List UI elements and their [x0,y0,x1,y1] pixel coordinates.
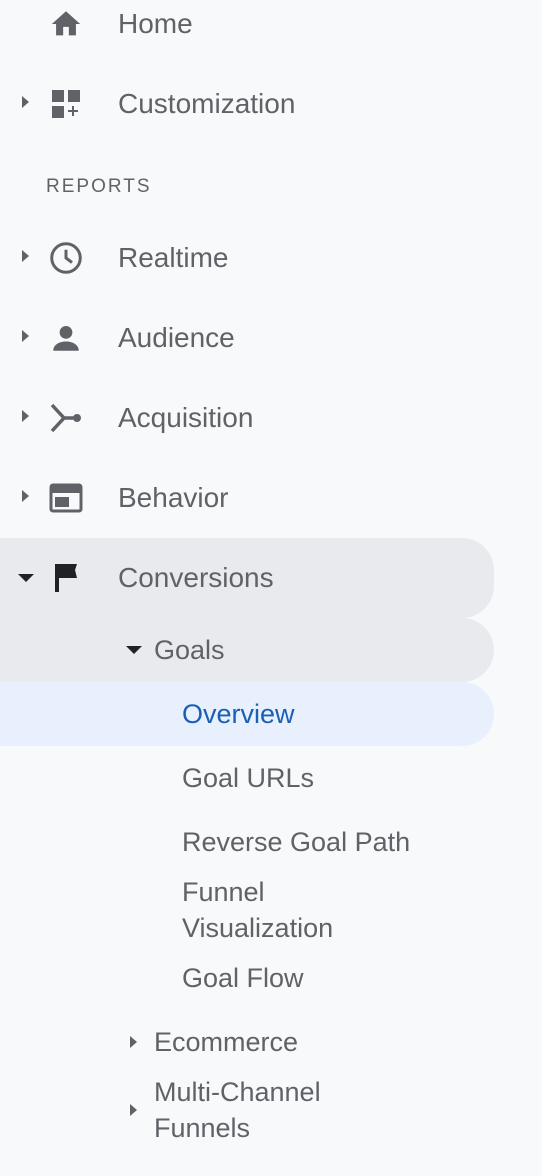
nav-item-acquisition-label: Acquisition [118,402,254,433]
expand-arrow-icon[interactable] [22,96,29,108]
collapse-arrow-icon[interactable] [126,646,142,654]
nav-item-ecommerce-label: Ecommerce [154,1027,299,1057]
expand-arrow-icon[interactable] [130,1104,137,1116]
merge-icon [48,400,84,436]
collapse-arrow-icon[interactable] [18,574,34,582]
funnel-visualization-line2: Visualization [182,913,334,943]
goals-selected-background [0,618,494,682]
nav-item-realtime-label: Realtime [118,242,229,273]
web-layout-icon [48,480,84,516]
nav-item-conversions-label: Conversions [118,562,274,593]
clock-icon [48,240,84,276]
nav-item-behavior-label: Behavior [118,482,229,513]
flag-icon [48,560,84,596]
home-icon [48,6,84,42]
person-icon [48,320,84,356]
dashboard-add-icon [48,86,84,122]
expand-arrow-icon[interactable] [22,490,29,502]
nav-item-customization-label: Customization [118,88,296,119]
nav-item-audience-label: Audience [118,322,235,353]
nav-item-goals-label: Goals [154,635,225,665]
nav-item-reverse-goal-path[interactable]: Reverse Goal Path [182,824,410,860]
expand-arrow-icon[interactable] [130,1036,137,1048]
nav-item-goal-urls[interactable]: Goal URLs [182,760,314,796]
expand-arrow-icon[interactable] [22,250,29,262]
expand-arrow-icon[interactable] [22,410,29,422]
expand-arrow-icon[interactable] [22,330,29,342]
multi-channel-funnels-line1: Multi-Channel [154,1077,321,1107]
reports-section-header: REPORTS [46,176,152,197]
nav-item-goal-flow[interactable]: Goal Flow [182,960,304,996]
nav-item-overview[interactable]: Overview [182,696,295,732]
nav-item-home-label: Home [118,8,193,39]
funnel-visualization-line1: Funnel [182,877,265,907]
multi-channel-funnels-line2: Funnels [154,1113,251,1143]
